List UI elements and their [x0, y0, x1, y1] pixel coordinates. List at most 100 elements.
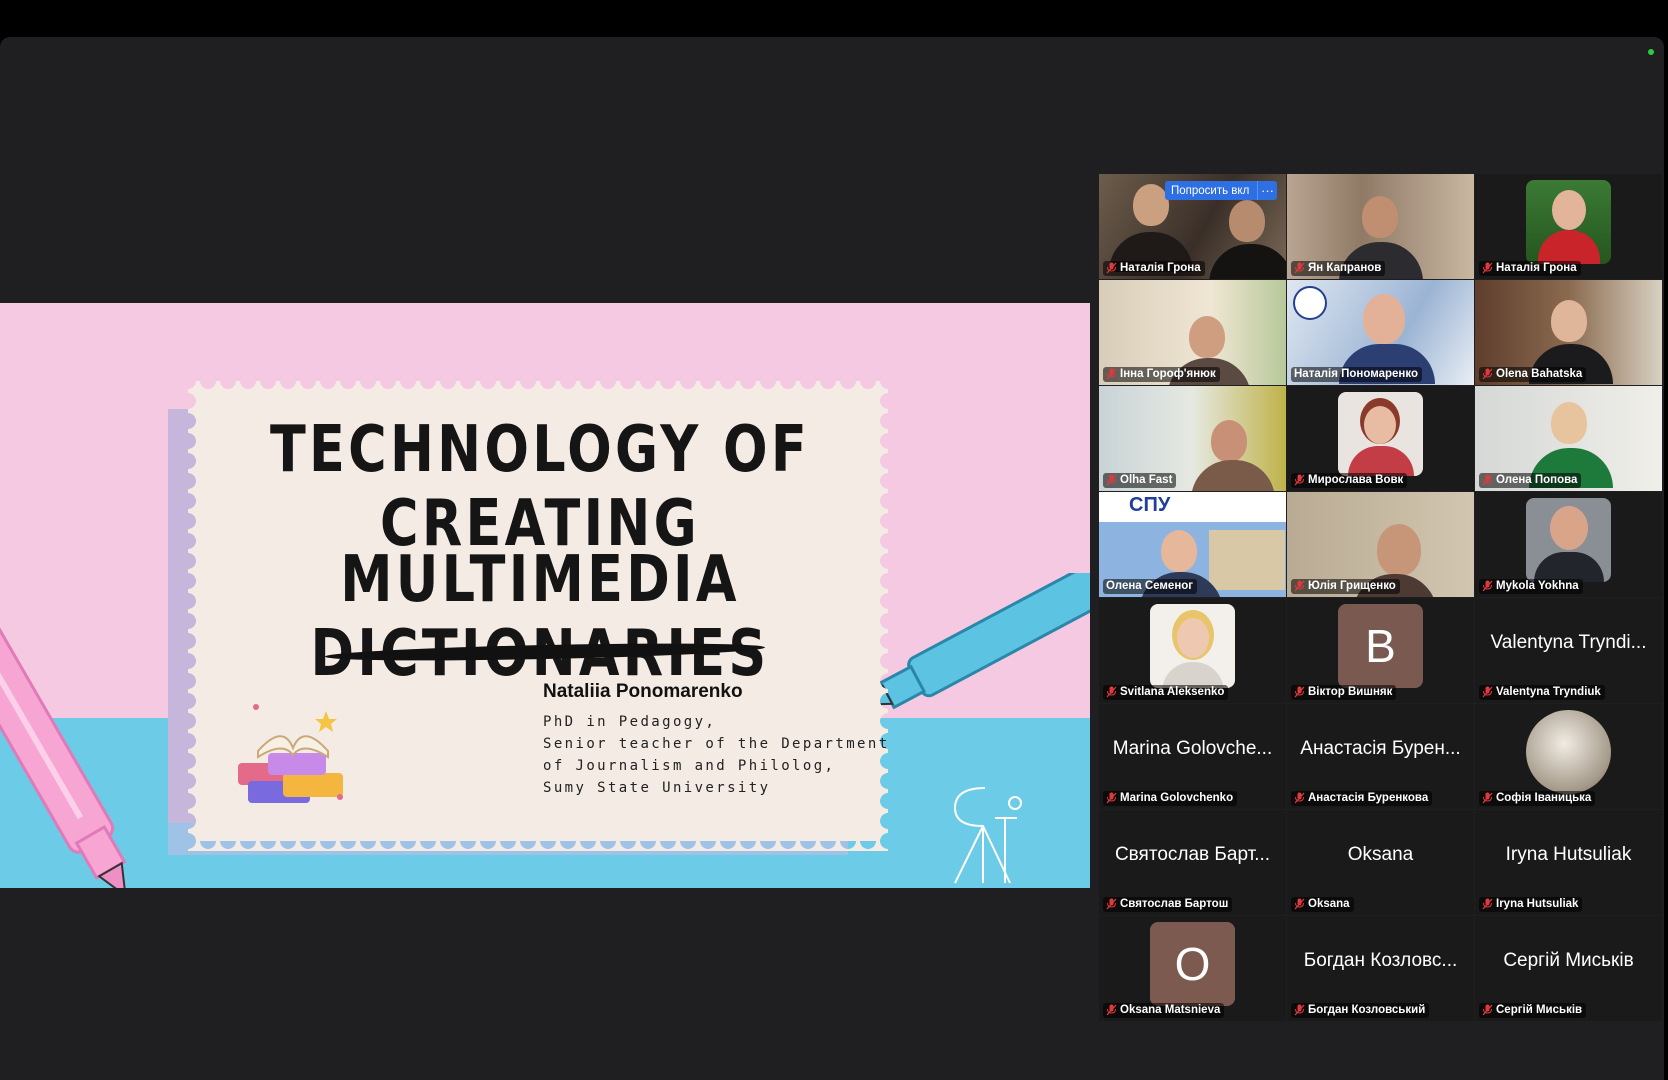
mic-muted-icon [1482, 792, 1493, 804]
participant-name-tag: Svitlana Aleksenko [1103, 685, 1229, 700]
shared-slide: TECHNOLOGY OF CREATING MULTIMEDIA DICTIO… [0, 303, 1090, 888]
building-image [1209, 530, 1285, 590]
mic-muted-icon [1294, 686, 1305, 698]
participant-name-tag: Mykola Yokhna [1479, 579, 1583, 594]
participant-tile[interactable]: Olena Bahatska [1475, 280, 1662, 385]
participant-name: Iryna Hutsuliak [1496, 898, 1579, 910]
participant-tile[interactable]: Попросить вкл ··· Наталія Грона [1099, 174, 1286, 279]
slide-title-line-1: TECHNOLOGY OF CREATING [269, 413, 811, 561]
mic-muted-icon [1294, 262, 1305, 274]
participant-name-tag: Богдан Козловський [1291, 1003, 1430, 1018]
mic-muted-icon [1294, 474, 1305, 486]
participant-display-name: Valentyna Tryndi... [1490, 632, 1647, 653]
participant-name: Олена Семеног [1106, 580, 1194, 592]
more-options-button[interactable]: ··· [1257, 181, 1277, 200]
participant-name-tag: Віктор Вишняк [1291, 685, 1397, 700]
participant-display-name: Oksana [1347, 844, 1414, 865]
participant-tile[interactable]: СПУ Олена Семеног [1099, 492, 1286, 597]
participant-photo [1526, 498, 1611, 582]
blue-pen-illustration [867, 573, 1090, 710]
monogram-logo [953, 787, 1022, 884]
university-logo-icon [1293, 286, 1327, 320]
mic-muted-icon [1482, 580, 1493, 592]
mic-muted-icon [1106, 898, 1117, 910]
participant-name: Віктор Вишняк [1308, 686, 1393, 698]
participant-display-name: Iryna Hutsuliak [1505, 844, 1632, 865]
books-icon [238, 704, 343, 803]
participant-name: Олена Попова [1496, 474, 1578, 486]
participant-name: Інна Гороф'янюк [1120, 368, 1216, 380]
participant-tile[interactable]: Oksana Oksana [1287, 810, 1474, 915]
participant-photo [1526, 180, 1611, 264]
participant-name: Olha Fast [1120, 474, 1173, 486]
participant-initial-avatar: O [1150, 922, 1235, 1006]
participant-name: Svitlana Aleksenko [1120, 686, 1225, 698]
participant-name-tag: Інна Гороф'янюк [1103, 367, 1220, 382]
participant-tile[interactable]: Ян Капранов [1287, 174, 1474, 279]
mic-muted-icon [1482, 686, 1493, 698]
participant-tile[interactable]: Олена Попова [1475, 386, 1662, 491]
mic-muted-icon [1106, 686, 1117, 698]
presenter-position: Senior teacher of the Department [543, 736, 890, 752]
participant-name: Oksana [1308, 898, 1350, 910]
participant-name-tag: Софія Іваницька [1479, 791, 1596, 806]
participant-tile[interactable]: Valentyna Tryndi... Valentyna Tryndiuk [1475, 598, 1662, 703]
participant-tile[interactable]: Інна Гороф'янюк [1099, 280, 1286, 385]
participant-photo [1338, 392, 1423, 476]
slide-title-line-2: MULTIMEDIA DICTIONARIES [310, 543, 766, 691]
participant-name-tag: Olha Fast [1103, 473, 1177, 488]
participant-name: Наталія Грона [1496, 262, 1577, 274]
participant-name: Mykola Yokhna [1496, 580, 1579, 592]
participant-name: Наталія Грона [1120, 262, 1201, 274]
participant-name-tag: Ян Капранов [1291, 261, 1386, 276]
participant-name-tag: Olena Bahatska [1479, 367, 1587, 382]
participant-name-tag: Наталія Пономаренко [1291, 367, 1422, 382]
participant-tile[interactable]: Marina Golovche... Marina Golovchenko [1099, 704, 1286, 809]
spu-banner: СПУ [1129, 494, 1171, 516]
participant-display-name: Святослав Барт... [1114, 844, 1271, 865]
participant-name-tag: Святослав Бартош [1103, 897, 1233, 912]
participant-tile[interactable]: O Oksana Matsnieva [1099, 916, 1286, 1021]
mic-muted-icon [1106, 368, 1117, 380]
participant-tile[interactable]: Мирослава Вовк [1287, 386, 1474, 491]
participant-name-tag: Юлія Грищенко [1291, 579, 1400, 594]
mic-muted-icon [1294, 1004, 1305, 1016]
participant-display-name: Marina Golovche... [1112, 738, 1273, 759]
participant-tile-active-speaker[interactable]: Наталія Пономаренко [1287, 280, 1474, 385]
participant-name: Сергій Миськів [1496, 1004, 1583, 1016]
participant-tile[interactable]: Анастасія Бурен... Анастасія Буренкова [1287, 704, 1474, 809]
participant-tile[interactable]: Богдан Козловс... Богдан Козловський [1287, 916, 1474, 1021]
participant-name-tag: Наталія Грона [1103, 261, 1205, 276]
participant-tile[interactable]: Iryna Hutsuliak Iryna Hutsuliak [1475, 810, 1662, 915]
participant-name-tag: Oksana Matsnieva [1103, 1003, 1225, 1018]
mic-muted-icon [1482, 368, 1493, 380]
status-dot [1648, 49, 1654, 55]
participant-name: Oksana Matsnieva [1120, 1004, 1221, 1016]
participant-gallery: Попросить вкл ··· Наталія Грона Ян Капра… [1099, 174, 1662, 1021]
participant-name: Valentyna Tryndiuk [1496, 686, 1601, 698]
participant-tile[interactable]: Сергій Миськів Сергій Миськів [1475, 916, 1662, 1021]
mic-muted-icon [1106, 1004, 1117, 1016]
mic-muted-icon [1294, 792, 1305, 804]
participant-name-tag: Олена Семеног [1103, 579, 1198, 594]
participant-name-tag: Marina Golovchenko [1103, 791, 1238, 806]
participant-tile[interactable]: B Віктор Вишняк [1287, 598, 1474, 703]
participant-display-name: Сергій Миськів [1503, 950, 1634, 971]
participant-tile[interactable]: Olha Fast [1099, 386, 1286, 491]
participant-name-tag: Valentyna Tryndiuk [1479, 685, 1605, 700]
participant-tile[interactable]: Софія Іваницька [1475, 704, 1662, 809]
participant-tile[interactable]: Svitlana Aleksenko [1099, 598, 1286, 703]
participant-tile[interactable]: Святослав Барт... Святослав Бартош [1099, 810, 1286, 915]
request-unmute-button[interactable]: Попросить вкл [1165, 181, 1257, 200]
presenter-department: of Journalism and Philolog, [543, 758, 836, 774]
participant-name-tag: Мирослава Вовк [1291, 473, 1408, 488]
meeting-window: TECHNOLOGY OF CREATING MULTIMEDIA DICTIO… [0, 37, 1664, 1080]
participant-tile[interactable]: Юлія Грищенко [1287, 492, 1474, 597]
participant-tile[interactable]: Mykola Yokhna [1475, 492, 1662, 597]
participant-display-name: Богдан Козловс... [1303, 950, 1458, 971]
participant-tile[interactable]: Наталія Грона [1475, 174, 1662, 279]
mic-muted-icon [1294, 580, 1305, 592]
participant-initial-avatar: B [1338, 604, 1423, 688]
presenter-degree: PhD in Pedagogy, [543, 714, 717, 730]
participant-name: Наталія Пономаренко [1294, 368, 1418, 380]
